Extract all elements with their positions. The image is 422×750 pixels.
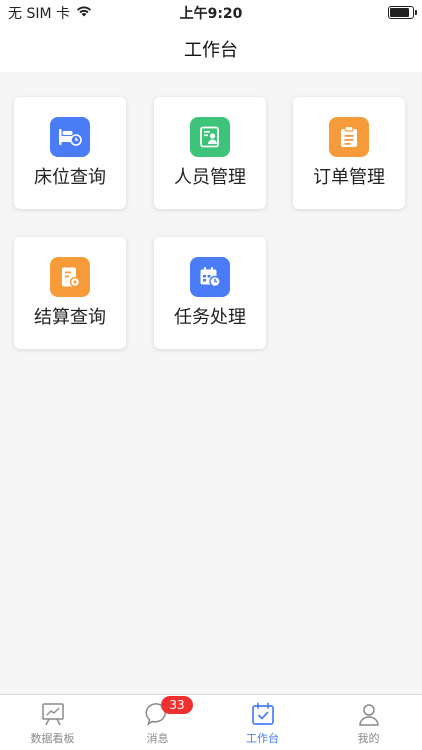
tile-label: 任务处理 xyxy=(174,307,246,328)
tile-bed-query[interactable]: 床位查询 xyxy=(14,97,126,209)
tile-label: 结算查询 xyxy=(34,307,106,328)
user-icon xyxy=(356,701,382,727)
battery-level xyxy=(390,8,410,17)
message-badge: 33 xyxy=(161,696,193,714)
tab-messages[interactable]: 33 消息 xyxy=(105,695,210,750)
status-bar: 无 SIM 卡 上午9:20 xyxy=(0,0,422,24)
clipboard-icon xyxy=(329,117,369,157)
tab-bar: 数据看板 33 消息 工作台 我的 xyxy=(0,694,422,750)
tile-order-management[interactable]: 订单管理 xyxy=(293,97,405,209)
tile-staff-management[interactable]: 人员管理 xyxy=(154,97,266,209)
tab-dashboard[interactable]: 数据看板 xyxy=(0,695,105,750)
board-icon xyxy=(40,701,66,727)
receipt-icon xyxy=(50,257,90,297)
tile-task-processing[interactable]: 任务处理 xyxy=(154,237,266,349)
tab-workbench[interactable]: 工作台 xyxy=(210,695,315,750)
tile-label: 床位查询 xyxy=(34,167,106,188)
tab-label: 数据看板 xyxy=(30,732,75,745)
tile-settlement-query[interactable]: 结算查询 xyxy=(14,237,126,349)
tab-label: 我的 xyxy=(357,732,380,745)
person-card-icon xyxy=(190,117,230,157)
tile-label: 订单管理 xyxy=(313,167,385,188)
tab-label: 工作台 xyxy=(246,732,279,745)
tab-profile[interactable]: 我的 xyxy=(316,695,421,750)
bed-icon xyxy=(50,117,90,157)
battery-icon xyxy=(388,6,417,19)
calendar-check-icon xyxy=(250,701,276,727)
page-title: 工作台 xyxy=(184,40,238,61)
top-bar: 无 SIM 卡 上午9:20 工作台 xyxy=(0,0,422,72)
status-time: 上午9:20 xyxy=(179,6,243,22)
calendar-clock-icon xyxy=(190,257,230,297)
tile-label: 人员管理 xyxy=(174,167,246,188)
tab-label: 消息 xyxy=(146,732,169,745)
